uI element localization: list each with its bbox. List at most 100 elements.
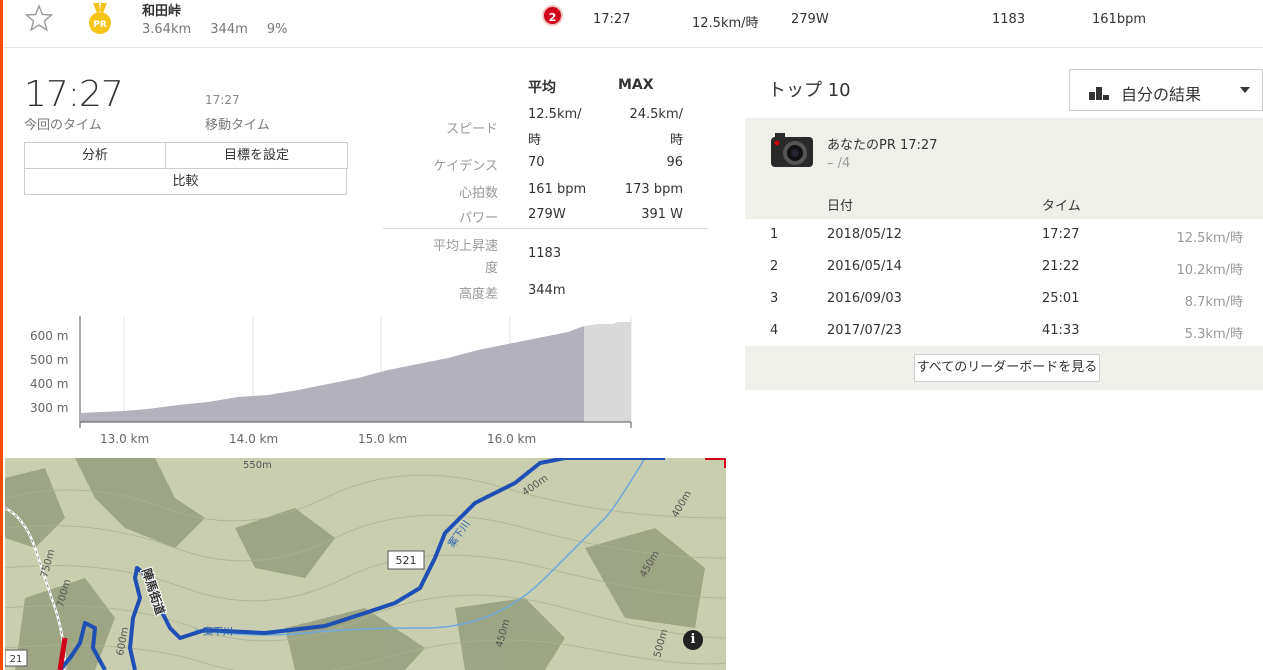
row-time: 25:01 <box>1042 291 1080 306</box>
view-all-leaderboards-button[interactable]: すべてのリーダーボードを見る <box>914 354 1100 382</box>
leaderboard-col-time: タイム <box>1042 199 1081 214</box>
segment-power: 279W <box>791 12 829 27</box>
stats-hr-avg: 161 bpm <box>528 182 587 197</box>
leaderboard-rows: 1 2018/05/12 17:27 12.5km/時 2 2016/05/14… <box>745 219 1263 346</box>
leaderboard-row[interactable]: 1 2018/05/12 17:27 12.5km/時 <box>745 219 1263 251</box>
x-tick-13: 13.0 km <box>100 432 149 446</box>
stats-speed-avg: 12.5km/ <box>528 107 582 122</box>
segment-map[interactable]: 550m 400m 400m 450m 450m 500m 600m 750m … <box>5 458 726 670</box>
segment-distance: 3.64km <box>142 22 192 37</box>
x-tick-marks <box>79 422 632 428</box>
svg-text:550m: 550m <box>243 460 272 471</box>
stats-speed-max: 24.5km/ <box>629 107 683 122</box>
leaderboard-title: トップ 10 <box>768 80 851 101</box>
y-tick-500: 500 m <box>30 353 68 367</box>
stats-hr-max: 173 bpm <box>624 182 683 197</box>
segment-heart-rate: 161bpm <box>1092 12 1146 27</box>
stats-cadence-max: 96 <box>666 155 683 170</box>
row-date: 2017/07/23 <box>827 323 902 338</box>
row-speed: 12.5km/時 <box>1176 231 1243 246</box>
rank-badge: 2 <box>542 5 563 26</box>
row-time: 21:22 <box>1042 259 1080 274</box>
stats-max-header: MAX <box>618 77 654 93</box>
y-tick-400: 400 m <box>30 377 68 391</box>
leaderboard-filter-dropdown[interactable]: 自分の結果 <box>1069 69 1263 111</box>
svg-text:521: 521 <box>396 554 417 567</box>
stats-cadence-label: ケイデンス <box>433 159 498 174</box>
map-info-icon[interactable]: i <box>683 630 703 650</box>
x-tick-14: 14.0 km <box>229 432 278 446</box>
stats-vam-label: 平均上昇速 <box>432 239 498 254</box>
map-terrain[interactable]: 550m 400m 400m 450m 450m 500m 600m 750m … <box>5 458 726 670</box>
stats-power-avg: 279W <box>528 207 566 222</box>
bar-chart-icon <box>1089 87 1109 100</box>
row-rank: 3 <box>770 291 779 306</box>
moving-time-label: 移動タイム <box>205 118 270 133</box>
moving-time: 17:27 <box>205 93 240 107</box>
segment-name[interactable]: 和田峠 <box>142 0 181 19</box>
row-rank: 4 <box>770 323 779 338</box>
chevron-down-icon <box>1240 87 1250 93</box>
leaderboard-header: 日付 タイム <box>745 189 1263 219</box>
stats-avg-header: 平均 <box>528 80 556 96</box>
segment-vam: 1183 <box>992 12 1026 27</box>
elevation-chart[interactable]: 600 m 500 m 400 m 300 m 13.0 km 14.0 km … <box>28 312 638 452</box>
my-pr-row: あなたのPR 17:27 – /4 <box>745 118 1263 185</box>
stats-cadence-avg: 70 <box>528 155 545 170</box>
x-tick-16: 16.0 km <box>487 432 536 446</box>
segment-elevation: 344m <box>210 22 248 37</box>
x-tick-15: 15.0 km <box>358 432 407 446</box>
row-speed: 8.7km/時 <box>1184 295 1243 310</box>
segment-stats: 3.64km 344m 9% <box>142 22 303 37</box>
leaderboard-row[interactable]: 2 2016/05/14 21:22 10.2km/時 <box>745 251 1263 283</box>
segment-time: 17:27 <box>593 12 631 27</box>
leaderboard-col-date: 日付 <box>827 199 854 214</box>
row-rank: 2 <box>770 259 779 274</box>
stats-speed-label: スピード <box>445 122 498 137</box>
y-tick-labels: 600 m 500 m 400 m 300 m <box>30 329 68 415</box>
segment-speed: 12.5km/時 <box>692 16 759 31</box>
my-pr-rank: – /4 <box>827 156 851 171</box>
corner-route-sign: 21 <box>5 649 28 667</box>
pr-medal-icon: PR <box>89 3 111 34</box>
elevation-profile-after <box>584 322 631 422</box>
leaderboard-panel: あなたのPR 17:27 – /4 日付 タイム 1 2018/05/12 17… <box>745 118 1263 390</box>
effort-time-label: 今回のタイム <box>24 118 102 133</box>
leaderboard-row[interactable]: 4 2017/07/23 41:33 5.3km/時 <box>745 315 1263 347</box>
row-time: 17:27 <box>1042 227 1080 242</box>
svg-text:21: 21 <box>10 654 23 665</box>
x-tick-labels: 13.0 km 14.0 km 15.0 km 16.0 km <box>100 432 536 446</box>
segment-row[interactable]: PR 和田峠 3.64km 344m 9% 2 17:27 12.5km/時 2… <box>3 0 1263 48</box>
row-speed: 5.3km/時 <box>1184 327 1243 342</box>
compare-button[interactable]: 比較 <box>24 168 347 195</box>
set-goal-button[interactable]: 目標を設定 <box>165 142 348 169</box>
stats-elev-label: 高度差 <box>458 287 498 302</box>
elevation-profile-area <box>80 326 584 422</box>
route-number-sign: 521 <box>387 550 425 570</box>
segment-grade: 9% <box>266 22 288 37</box>
stats-hr-label: 心拍数 <box>458 186 498 201</box>
y-tick-300: 300 m <box>30 401 68 415</box>
stats-power-label: パワー <box>458 211 498 226</box>
row-time: 41:33 <box>1042 323 1080 338</box>
leaderboard-row[interactable]: 3 2016/09/03 25:01 8.7km/時 <box>745 283 1263 315</box>
star-icon[interactable] <box>25 4 53 32</box>
y-tick-600: 600 m <box>30 329 68 343</box>
stats-power-max: 391 W <box>641 207 683 222</box>
row-rank: 1 <box>770 227 779 242</box>
avatar[interactable] <box>769 131 815 171</box>
stats-divider <box>383 228 708 229</box>
svg-text:案下川: 案下川 <box>203 625 233 638</box>
leaderboard-filter-label: 自分の結果 <box>1121 85 1202 104</box>
row-date: 2018/05/12 <box>827 227 902 242</box>
stats-speed-avg-unit: 時 <box>528 133 542 148</box>
stats-vam-avg: 1183 <box>528 246 562 261</box>
row-date: 2016/05/14 <box>827 259 902 274</box>
my-pr-time: あなたのPR 17:27 <box>827 138 938 153</box>
stats-elev-avg: 344m <box>528 283 566 298</box>
row-speed: 10.2km/時 <box>1176 263 1243 278</box>
analyze-button[interactable]: 分析 <box>24 142 166 169</box>
svg-text:PR: PR <box>93 20 107 30</box>
effort-time: 17:27 <box>24 74 124 115</box>
stats-vam-label-2: 度 <box>484 261 498 276</box>
